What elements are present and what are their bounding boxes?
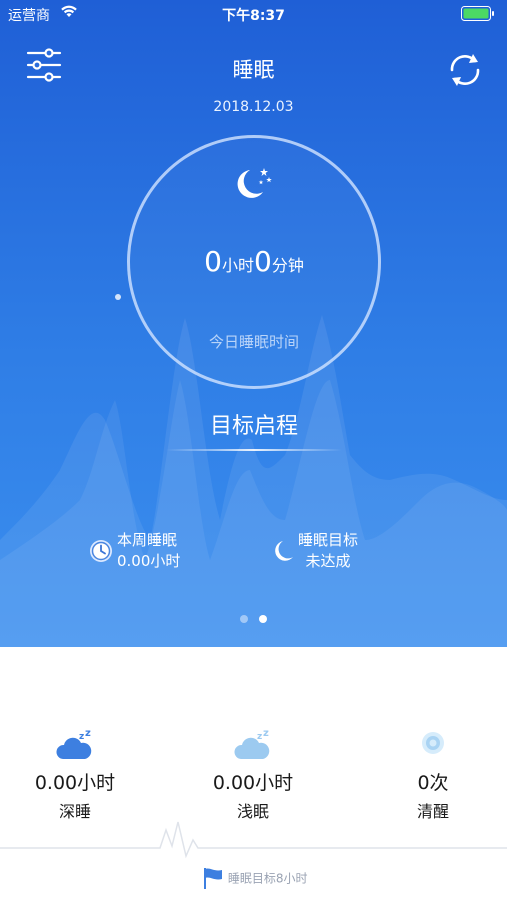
duration-hours: 0 (204, 245, 222, 278)
clock-time: 下午8:37 (222, 8, 285, 24)
moon-stars-icon (237, 168, 272, 198)
page-title: 睡眠 (232, 58, 275, 82)
sleep-goal-value: 未达成 (305, 552, 351, 570)
clock-icon (90, 540, 112, 562)
ring-caption: 今日睡眠时间 (208, 333, 299, 351)
page-indicator-dot-2[interactable] (259, 615, 267, 623)
duration-minutes: 0 (254, 245, 272, 278)
duration-hours-unit: 小时 (221, 256, 254, 275)
selected-date[interactable]: 2018.12.03 (0, 99, 507, 115)
sync-refresh-icon[interactable] (445, 50, 485, 90)
awake-value: 0次 (417, 772, 449, 794)
status-bar: 运营商 下午8:37 (0, 0, 507, 28)
weekly-sleep-value: 0.00小时 (117, 552, 181, 570)
deep-sleep-value: 0.00小时 (34, 772, 116, 794)
flag-icon (204, 868, 222, 889)
sleep-goal-stat: 睡眠目标 未达成 (298, 530, 358, 572)
weekly-sleep-stat: 本周睡眠 0.00小时 (117, 530, 180, 572)
target-underline (166, 449, 342, 451)
page-indicator-dot-1[interactable] (240, 615, 248, 623)
awake-circle-icon (422, 732, 444, 754)
sleep-hero-panel[interactable]: 运营商 下午8:37 睡眠 2018.12.03 0小时0分钟 今日睡眠时间 目… (0, 0, 507, 647)
svg-text:z: z (79, 732, 84, 742)
duration-minutes-unit: 分钟 (271, 256, 304, 275)
sleep-goal-label: 睡眠目标8小时 (227, 871, 308, 886)
deep-sleep-cloud-icon: z z (56, 729, 92, 759)
sleep-goal-title: 睡眠目标 (298, 531, 359, 549)
svg-text:z: z (257, 732, 262, 742)
sleep-duration: 0小时0分钟 (127, 245, 381, 278)
target-start-button[interactable]: 目标启程 (166, 408, 342, 440)
sleep-goal-footer: 睡眠目标8小时 (202, 866, 307, 890)
sparkle-dot (115, 294, 121, 300)
crescent-moon-icon (275, 541, 293, 561)
heartbeat-line (0, 821, 507, 859)
light-sleep-value: 0.00小时 (212, 772, 294, 794)
svg-text:z: z (85, 729, 91, 739)
svg-text:z: z (263, 729, 269, 739)
battery-icon (461, 6, 494, 21)
light-sleep-cloud-icon: z z (234, 729, 270, 759)
weekly-sleep-title: 本周睡眠 (117, 531, 178, 549)
